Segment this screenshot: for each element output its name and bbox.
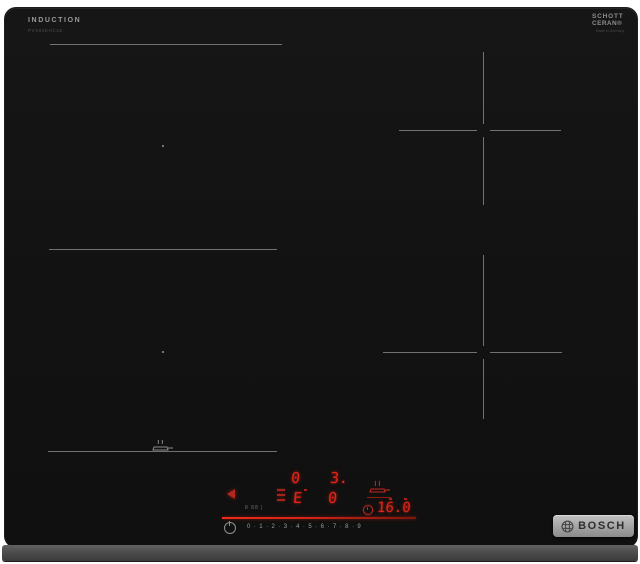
- front-trim-strip: [2, 545, 638, 561]
- power-level-scale[interactable]: 0 · 1 · 2 · 3 · 4 · 5 · 6 · 7 · 8 · 9: [247, 524, 362, 530]
- display-rear-left-power[interactable]: 0: [290, 469, 301, 487]
- zone-cross1-vert-bottom: [483, 137, 484, 205]
- zone-line-left-middle: [49, 249, 277, 250]
- zone-cross2-vert-top: [483, 255, 484, 346]
- schott-logo-line2: CERAN®: [592, 20, 623, 27]
- induction-label: INDUCTION: [28, 17, 82, 24]
- zone-cross2-horiz-left: [383, 352, 477, 353]
- zone-cross1-horiz-left: [399, 130, 477, 131]
- zone-center-dot-rear-left: [162, 145, 164, 147]
- zone-center-dot-front-left: [162, 351, 164, 353]
- display-front-left-power[interactable]: E: [292, 489, 303, 507]
- display-front-right-power[interactable]: 0: [327, 489, 338, 507]
- bosch-badge: BOSCH: [553, 515, 634, 537]
- zone-line-top-left-upper: [50, 44, 282, 45]
- bosch-armature-icon: [561, 519, 574, 533]
- ceramic-glass-surface: [4, 7, 638, 548]
- display-front-left-indicator-dot: [304, 489, 307, 491]
- schott-ceran-logo: SCHOTT CERAN® Made in Germany: [592, 13, 628, 33]
- zone-cross1-horiz-right: [490, 130, 561, 131]
- schott-logo-line1: SCHOTT: [592, 13, 624, 20]
- zone-cross2-horiz-right: [490, 352, 562, 353]
- flex-indicator-dash-2: [277, 494, 285, 496]
- zone-cross1-vert-top: [483, 52, 484, 124]
- fry-sensor-active-icon: [369, 480, 390, 493]
- induction-hob: INDUCTION PVS63KHC1E SCHOTT CERAN® Made …: [0, 0, 640, 564]
- timer-clock-icon[interactable]: [363, 505, 373, 515]
- printed-timer-key-icons[interactable]: 8 88 |: [245, 505, 263, 511]
- zone-cross2-vert-bottom: [483, 359, 484, 419]
- flex-indicator-dash-3: [277, 499, 285, 501]
- standby-power-icon[interactable]: [224, 521, 236, 534]
- fry-sensor-underline: [367, 497, 391, 498]
- model-text: PVS63KHC1E: [28, 28, 64, 33]
- flex-indicator-dash-1: [277, 489, 285, 491]
- bosch-logo-text: BOSCH: [578, 520, 626, 532]
- timer-display[interactable]: 16.0: [376, 500, 411, 516]
- move-indicator-arrow-icon[interactable]: [227, 489, 235, 499]
- power-level-slider[interactable]: [222, 517, 416, 519]
- schott-logo-line3: Made in Germany: [595, 29, 625, 33]
- fry-sensor-pan-icon: [152, 439, 173, 451]
- display-rear-right-power[interactable]: 3.: [329, 469, 349, 487]
